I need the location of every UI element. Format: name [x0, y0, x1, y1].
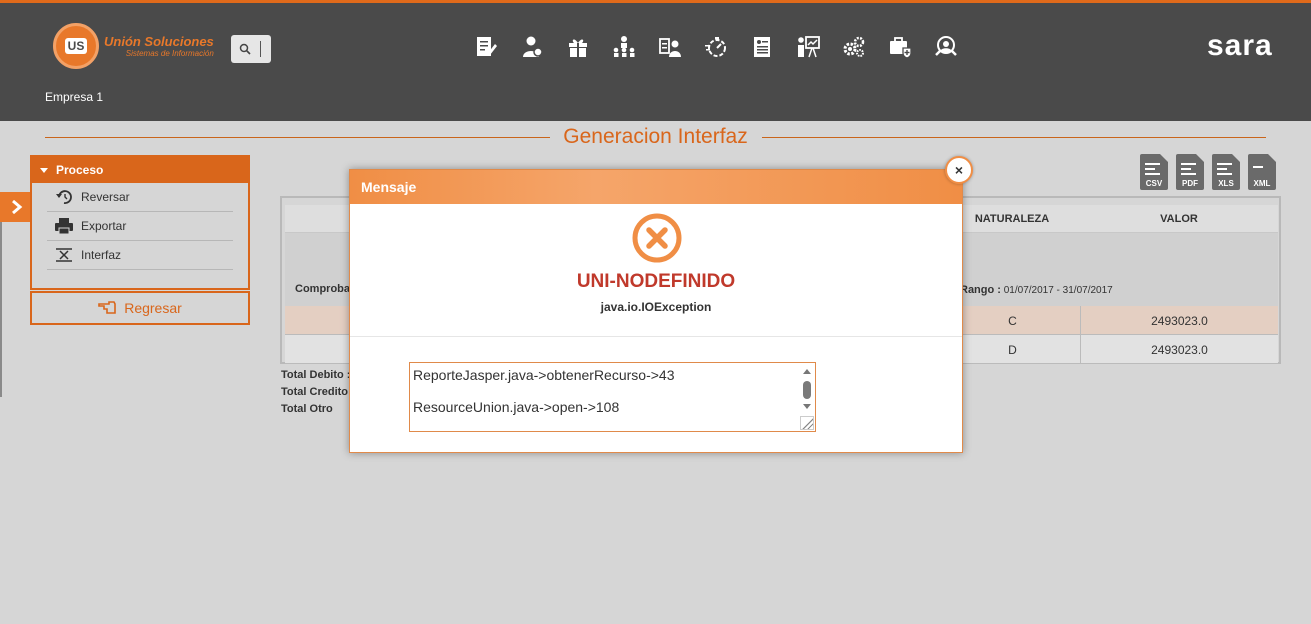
gears-icon[interactable]: [842, 33, 888, 61]
module-nav: [474, 33, 980, 61]
export-csv-icon[interactable]: CSV: [1140, 154, 1168, 190]
sidebar-toggle[interactable]: [0, 192, 33, 222]
process-panel-header[interactable]: Proceso: [32, 157, 248, 183]
error-icon: [631, 212, 683, 267]
menu-item-interfaz[interactable]: Interfaz: [47, 241, 233, 270]
timer-icon[interactable]: [704, 33, 750, 61]
message-dialog: Mensaje UNI-NODEFINIDO java.io.IOExcepti…: [349, 169, 963, 453]
org-chart-icon[interactable]: [612, 33, 658, 61]
medical-case-icon[interactable]: [888, 33, 934, 61]
menu-item-label: Interfaz: [81, 248, 122, 262]
back-button[interactable]: Regresar: [30, 291, 250, 325]
total-otro-label: Total Otro: [281, 403, 333, 415]
user-money-icon[interactable]: [520, 33, 566, 61]
logo-name: Unión Soluciones: [104, 33, 214, 49]
scroll-thumb[interactable]: [803, 381, 811, 399]
support-search-icon[interactable]: [934, 33, 980, 61]
id-card-user-icon[interactable]: [658, 33, 704, 61]
export-pdf-icon[interactable]: PDF: [1176, 154, 1204, 190]
sidebar-edge: [0, 222, 2, 397]
col-header-naturaleza[interactable]: NATURALEZA: [945, 205, 1079, 233]
export-xml-icon[interactable]: XML: [1248, 154, 1276, 190]
interface-icon: [56, 248, 72, 262]
document-edit-icon[interactable]: [474, 33, 520, 61]
trace-line: ResourceUnion.java->open->108: [413, 399, 620, 415]
scroll-down-icon[interactable]: [803, 404, 811, 409]
export-xls-icon[interactable]: XLS: [1212, 154, 1240, 190]
back-button-label: Regresar: [124, 300, 182, 316]
menu-item-label: Exportar: [81, 219, 127, 233]
process-panel-title: Proceso: [56, 163, 104, 177]
undo-icon: [56, 190, 72, 204]
dialog-divider: [350, 336, 962, 337]
cell-naturaleza: C: [1008, 313, 1017, 328]
resize-grip-icon[interactable]: [800, 416, 814, 430]
company-logo[interactable]: US Unión Soluciones Sistemas de Informac…: [53, 23, 214, 69]
total-debito-label: Total Debito :: [281, 369, 351, 381]
cell-naturaleza: D: [1008, 342, 1017, 357]
gift-icon[interactable]: [566, 33, 612, 61]
top-header: US Unión Soluciones Sistemas de Informac…: [0, 0, 1311, 121]
menu-item-reversar[interactable]: Reversar: [47, 183, 233, 212]
logo-badge: US: [53, 23, 99, 69]
hand-point-left-icon: [98, 301, 117, 314]
close-icon: ×: [954, 162, 964, 178]
trace-line: ReporteJasper.java->obtenerRecurso->43: [413, 367, 675, 383]
error-code: UNI-NODEFINIDO: [576, 271, 736, 292]
process-panel: Proceso Reversar Exportar Interfaz: [30, 155, 250, 290]
search-button[interactable]: [231, 35, 271, 63]
company-name: Empresa 1: [45, 90, 104, 104]
dialog-titlebar[interactable]: Mensaje: [350, 170, 962, 204]
col-header-valor[interactable]: VALOR: [1080, 205, 1278, 233]
dialog-title: Mensaje: [361, 179, 417, 195]
stack-trace-textarea[interactable]: ReporteJasper.java->obtenerRecurso->43 R…: [409, 362, 816, 432]
form-icon[interactable]: [750, 33, 796, 61]
chevron-right-icon: [11, 200, 22, 214]
cell-valor: 2493023.0: [1080, 306, 1278, 335]
totals-block: Total Debito : Total Credito: Total Otro: [281, 367, 352, 418]
logo-tagline: Sistemas de Información: [125, 48, 214, 58]
logo-badge-text: US: [64, 38, 88, 54]
search-icon: [239, 43, 251, 55]
export-toolbar: CSV PDF XLS XML: [1140, 154, 1284, 190]
presentation-icon[interactable]: [796, 33, 842, 61]
printer-icon: [55, 218, 73, 234]
group-range: Rango : 01/07/2017 - 31/07/2017: [960, 284, 1113, 296]
total-credito-label: Total Credito:: [281, 386, 352, 398]
cell-valor: 2493023.0: [1080, 335, 1278, 364]
page-title: Generacion Interfaz: [563, 125, 748, 148]
dialog-close-button[interactable]: ×: [945, 156, 973, 184]
scroll-up-icon[interactable]: [803, 369, 811, 374]
brand-logo-sara: sara: [1207, 29, 1273, 62]
menu-item-label: Reversar: [81, 190, 130, 204]
menu-item-exportar[interactable]: Exportar: [47, 212, 233, 241]
caret-down-icon: [40, 167, 48, 173]
error-exception: java.io.IOException: [600, 300, 712, 314]
